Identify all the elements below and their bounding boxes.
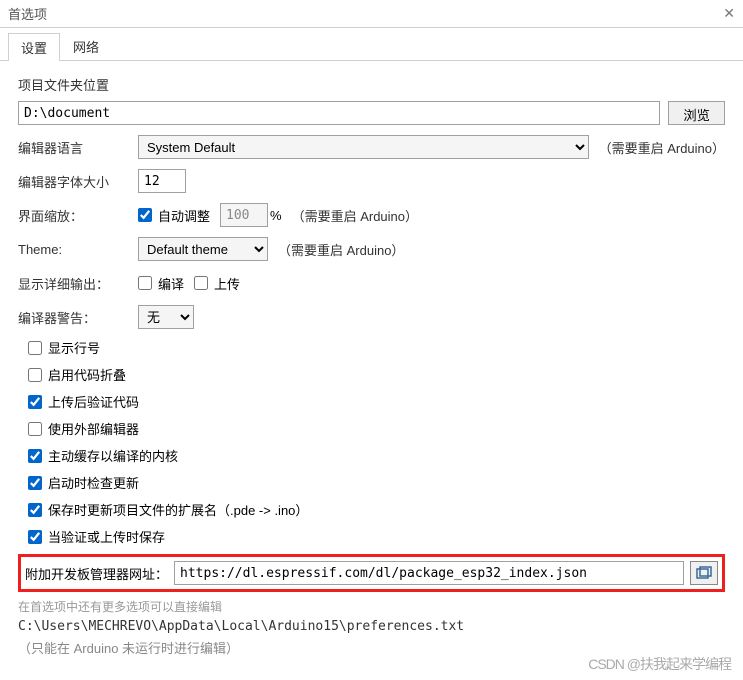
editor-lang-hint: （需要重启 Arduino） (599, 138, 725, 157)
verbose-label: 显示详细输出： (18, 274, 138, 293)
save-verify-label: 当验证或上传时保存 (48, 527, 165, 546)
close-icon[interactable]: ✕ (723, 5, 735, 22)
line-numbers-checkbox[interactable] (28, 341, 42, 355)
scale-unit: % (270, 208, 282, 223)
verbose-upload-label: 上传 (214, 274, 240, 293)
theme-hint: （需要重启 Arduino） (278, 240, 404, 259)
prefs-path: C:\Users\MECHREVO\AppData\Local\Arduino1… (18, 619, 725, 634)
boards-url-expand-button[interactable] (690, 561, 718, 585)
boards-url-label: 附加开发板管理器网址： (25, 564, 168, 583)
warnings-select[interactable]: 无 (138, 305, 194, 329)
boards-url-input[interactable] (174, 561, 684, 585)
more-hint: 在首选项中还有更多选项可以直接编辑 (18, 598, 725, 615)
font-size-label: 编辑器字体大小 (18, 172, 138, 191)
code-fold-checkbox[interactable] (28, 368, 42, 382)
scale-hint: （需要重启 Arduino） (292, 206, 418, 225)
editor-lang-select[interactable]: System Default (138, 135, 589, 159)
editor-lang-label: 编辑器语言 (18, 138, 138, 157)
line-numbers-label: 显示行号 (48, 338, 100, 357)
tab-settings[interactable]: 设置 (8, 33, 60, 61)
external-editor-checkbox[interactable] (28, 422, 42, 436)
browse-button[interactable]: 浏览 (668, 101, 725, 125)
tab-network[interactable]: 网络 (60, 32, 112, 60)
verify-upload-label: 上传后验证代码 (48, 392, 139, 411)
check-updates-checkbox[interactable] (28, 476, 42, 490)
cache-cores-checkbox[interactable] (28, 449, 42, 463)
window-title: 首选项 (8, 4, 47, 23)
code-fold-label: 启用代码折叠 (48, 365, 126, 384)
sketch-location-input[interactable] (18, 101, 660, 125)
verbose-compile-label: 编译 (158, 274, 184, 293)
sketch-location-label: 项目文件夹位置 (18, 75, 725, 94)
theme-select[interactable]: Default theme (138, 237, 268, 261)
scale-input[interactable] (220, 203, 268, 227)
scale-auto-checkbox[interactable] (138, 208, 152, 222)
cache-cores-label: 主动缓存以编译的内核 (48, 446, 178, 465)
external-editor-label: 使用外部编辑器 (48, 419, 139, 438)
scale-auto-label: 自动调整 (158, 206, 210, 225)
save-verify-checkbox[interactable] (28, 530, 42, 544)
tabs: 设置 网络 (0, 28, 743, 61)
check-updates-label: 启动时检查更新 (48, 473, 139, 492)
titlebar: 首选项 ✕ (0, 0, 743, 28)
warnings-label: 编译器警告： (18, 308, 138, 327)
theme-label: Theme: (18, 242, 138, 257)
window-icon (696, 566, 712, 580)
boards-url-highlight: 附加开发板管理器网址： (18, 554, 725, 592)
verbose-upload-checkbox[interactable] (194, 276, 208, 290)
verify-upload-checkbox[interactable] (28, 395, 42, 409)
verbose-compile-checkbox[interactable] (138, 276, 152, 290)
watermark: CSDN @扶我起来学编程 (588, 654, 731, 674)
update-ext-checkbox[interactable] (28, 503, 42, 517)
content: 项目文件夹位置 浏览 编辑器语言 System Default （需要重启 Ar… (0, 61, 743, 671)
font-size-input[interactable] (138, 169, 186, 193)
scale-label: 界面缩放： (18, 206, 138, 225)
update-ext-label: 保存时更新项目文件的扩展名（.pde -> .ino） (48, 500, 308, 519)
